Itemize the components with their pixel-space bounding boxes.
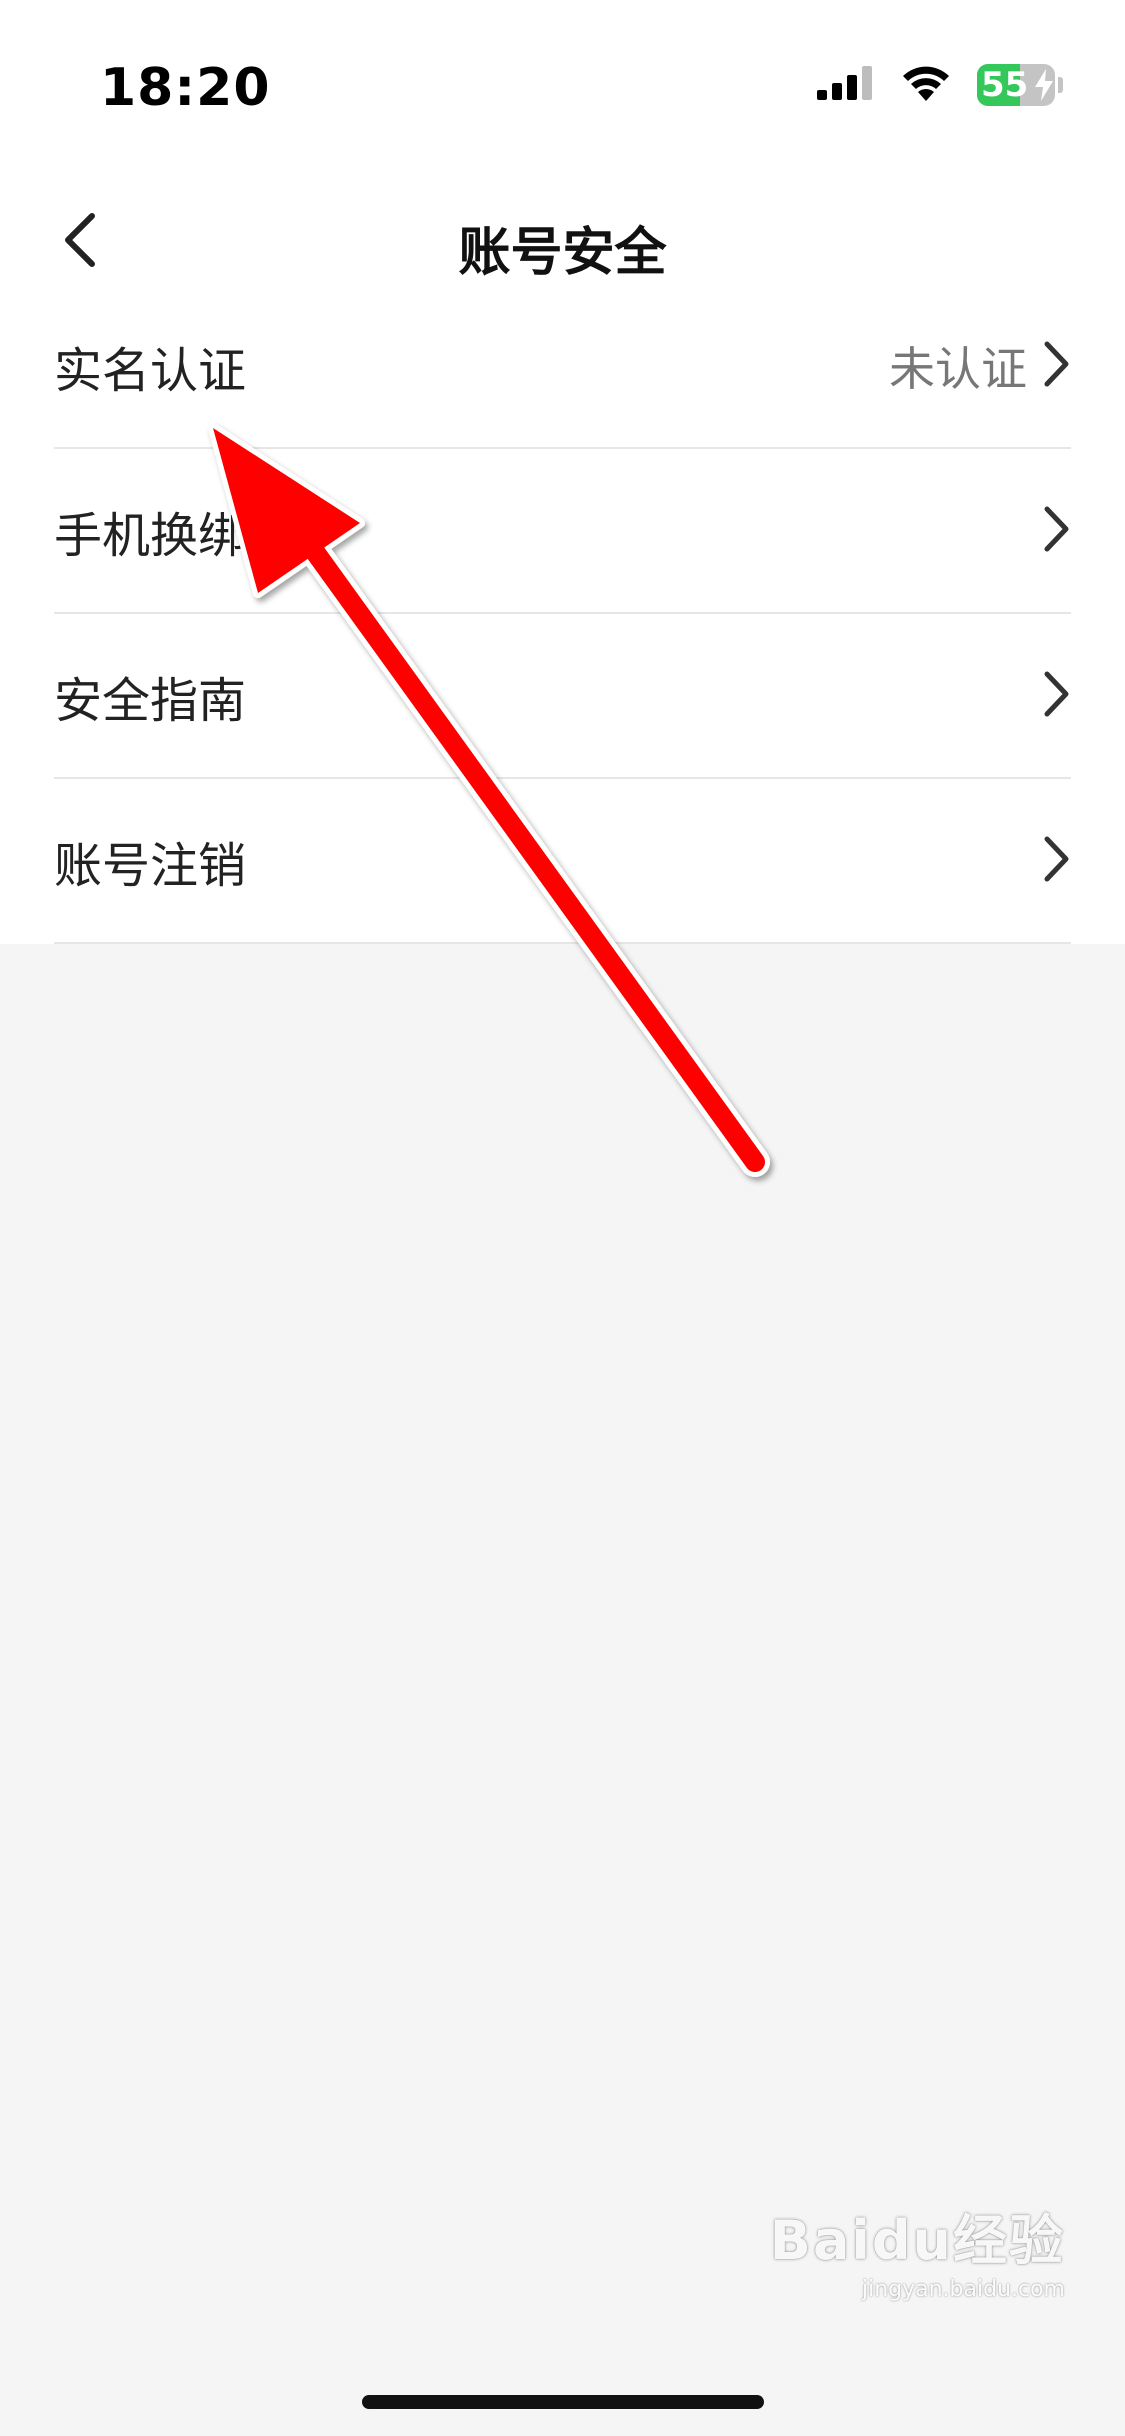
chevron-right-icon	[1041, 505, 1071, 557]
signal-icon	[817, 66, 875, 104]
battery-level: 55	[981, 65, 1029, 105]
settings-item-security-guide[interactable]: 安全指南	[54, 614, 1071, 779]
watermark-url: jingyan.baidu.com	[861, 2277, 1065, 2302]
status-icons: 55	[817, 64, 1063, 106]
status-time: 18:20	[100, 58, 271, 118]
home-indicator[interactable]	[362, 2395, 764, 2409]
status-bar: 18:20 55	[0, 0, 1125, 176]
settings-item-delete-account[interactable]: 账号注销	[54, 779, 1071, 944]
chevron-right-icon	[1041, 835, 1071, 887]
battery-indicator: 55	[977, 64, 1055, 106]
settings-list: 实名认证 未认证 手机换绑 安全指南 账号注销	[0, 284, 1125, 944]
settings-item-trailing	[1041, 614, 1071, 777]
settings-item-label: 安全指南	[54, 672, 247, 729]
chevron-right-icon	[1041, 670, 1071, 722]
watermark-logo: Baidu经验	[769, 2209, 1065, 2272]
charging-bolt-icon	[1035, 69, 1053, 105]
settings-item-trailing	[1041, 449, 1071, 612]
chevron-right-icon	[1041, 340, 1071, 392]
settings-item-label: 手机换绑	[54, 507, 247, 564]
settings-item-label: 实名认证	[54, 342, 247, 399]
verification-status: 未认证	[889, 341, 1027, 396]
watermark: Baidu经验 jingyan.baidu.com	[770, 2196, 1065, 2302]
settings-item-trailing: 未认证	[889, 284, 1071, 447]
settings-item-real-name-verification[interactable]: 实名认证 未认证	[54, 284, 1071, 449]
settings-item-trailing	[1041, 779, 1071, 942]
settings-item-label: 账号注销	[54, 837, 247, 894]
battery-icon: 55	[977, 64, 1063, 106]
page-title: 账号安全	[458, 223, 667, 283]
wifi-icon	[901, 65, 951, 105]
battery-tip	[1058, 77, 1063, 93]
settings-item-change-phone[interactable]: 手机换绑	[54, 449, 1071, 614]
